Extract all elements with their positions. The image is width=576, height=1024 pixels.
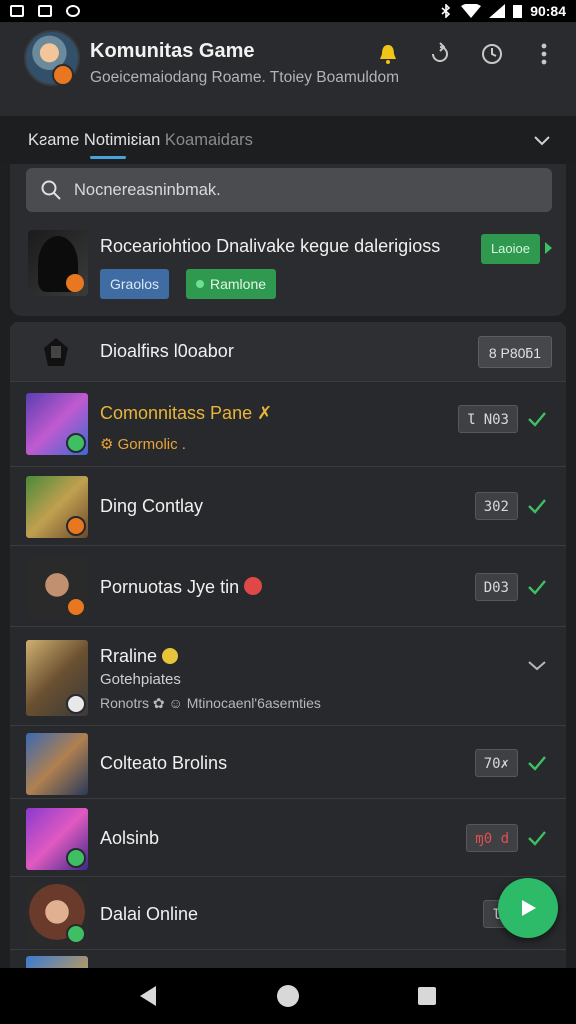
game-value[interactable]: ɱ0 d — [466, 824, 518, 852]
more-vert-icon[interactable] — [530, 40, 558, 68]
list-item[interactable]: Ding Contlay 302 — [10, 468, 566, 546]
game-thumbnail — [26, 640, 88, 716]
game-thumbnail — [26, 884, 88, 946]
check-icon[interactable] — [526, 827, 548, 849]
game-value[interactable]: 70✗ — [474, 749, 518, 777]
game-title: Rraline — [100, 646, 179, 667]
list-header-title: Dioalfiʀs Ɩ0oabor — [100, 341, 234, 361]
game-title: Ding Contlay — [100, 496, 204, 516]
clock-icon[interactable] — [478, 40, 506, 68]
game-thumbnail — [26, 956, 88, 968]
list-item[interactable]: Aolsinb ɱ0 d — [10, 800, 566, 877]
list-item[interactable]: Colteato Brolins 70✗ — [10, 727, 566, 799]
check-icon[interactable] — [526, 654, 548, 676]
check-icon[interactable] — [526, 752, 548, 774]
status-bar: 90:84 — [0, 0, 576, 22]
game-title: Comonnitass Pane ✗ — [100, 403, 273, 423]
promo-thumbnail[interactable] — [28, 230, 88, 296]
back-icon[interactable] — [140, 986, 156, 1006]
recents-icon[interactable] — [418, 987, 436, 1005]
list-header-value[interactable]: 8 P80ƃ1 — [477, 336, 552, 368]
search-card: Nocnereasninbmak. Roceariohtioo Dnalivak… — [10, 164, 566, 316]
game-thumbnail — [26, 393, 88, 455]
chip-ramlone[interactable]: Ramlone — [186, 269, 277, 299]
check-icon[interactable] — [526, 408, 548, 430]
battery-icon — [513, 5, 523, 18]
list-item[interactable]: Pornuotas Jye tin D03 — [10, 547, 566, 627]
system-nav-bar — [0, 968, 576, 1024]
list-header: Dioalfiʀs Ɩ0oabor 8 P80ƃ1 — [10, 322, 566, 382]
wifi-icon — [461, 4, 482, 18]
notification-icon — [38, 5, 52, 17]
game-logo-icon — [44, 338, 68, 366]
emoji-icon — [162, 648, 179, 664]
game-thumbnail — [26, 476, 88, 538]
chevron-down-icon[interactable] — [530, 128, 554, 152]
play-button[interactable] — [498, 878, 558, 938]
home-icon[interactable] — [277, 985, 299, 1007]
promo-button[interactable]: Laoioe — [480, 234, 540, 264]
list-item[interactable]: Rraline Gotehpiates Ronotrs ✿ ☺ Mtinocae… — [10, 628, 566, 726]
game-value[interactable]: Ɩ N03 — [457, 405, 518, 433]
list-item[interactable]: Dalai Online Ɩ’ — [10, 878, 566, 950]
search-placeholder: Nocnereasninbmak. — [74, 180, 221, 199]
game-title-text: Rraline — [100, 646, 158, 666]
notification-icon — [66, 5, 80, 17]
search-input[interactable]: Nocnereasninbmak. — [26, 168, 552, 212]
emoji-icon — [244, 577, 263, 595]
recycle-icon[interactable] — [426, 40, 454, 68]
signal-icon — [489, 4, 506, 18]
game-value[interactable]: D03 — [474, 573, 518, 601]
play-icon — [522, 900, 536, 916]
clock-text: 90:84 — [530, 3, 566, 19]
game-title: Colteato Brolins — [100, 753, 228, 773]
tab-bar: Kƨame Notimiɛian Koamaidars — [0, 116, 576, 164]
game-title-text: Pornuotas Jye tin — [100, 577, 240, 597]
page-title: Komunitas Game — [90, 40, 255, 62]
check-icon[interactable] — [526, 495, 548, 517]
tab-label-main: Kƨame Notimiɛian — [28, 131, 161, 149]
list-item[interactable]: Comonnitass Pane ✗ ⚙ Gormolic . Ɩ N03 — [10, 383, 566, 467]
notification-icon — [10, 5, 24, 17]
bell-icon[interactable] — [374, 40, 402, 68]
game-subtitle: ⚙ Gormolic . — [100, 436, 186, 453]
avatar-badge — [52, 64, 74, 86]
check-icon[interactable] — [526, 576, 548, 598]
page-subtitle: Goeicemaiodang Roame. Ttoiey Boamuldom — [90, 69, 400, 86]
search-icon — [41, 180, 61, 200]
bluetooth-icon — [441, 4, 451, 18]
game-list: Dioalfiʀs Ɩ0oabor 8 P80ƃ1 Comonnitass Pa… — [10, 322, 566, 968]
app-header: Komunitas Game Goeicemaiodang Roame. Tto… — [0, 22, 576, 116]
chip-label: Ramlone — [210, 276, 267, 292]
game-title: Aolsinb — [100, 828, 160, 848]
game-subtitle: Gotehpiates — [100, 671, 181, 688]
tab-label-dim: Koamaidars — [160, 131, 253, 149]
game-meta: Ronotrs ✿ ☺ Mtinocaenl'6asemties — [100, 695, 321, 711]
badge-icon — [66, 274, 84, 292]
game-title: Dalai Online — [100, 904, 199, 924]
arrow-right-icon — [545, 242, 552, 254]
game-thumbnail — [26, 808, 88, 870]
tab-notifications[interactable]: Kƨame Notimiɛian Koamaidars — [28, 131, 253, 150]
chip-graolos[interactable]: Graolos — [100, 269, 170, 299]
game-value[interactable]: 302 — [474, 492, 518, 520]
tab-indicator — [90, 156, 126, 159]
promo-title: Roceariohtioo Dnalivake kegue dalerigios… — [100, 236, 441, 256]
game-thumbnail — [26, 733, 88, 795]
game-thumbnail — [26, 557, 88, 619]
game-title: Pornuotas Jye tin — [100, 577, 263, 598]
